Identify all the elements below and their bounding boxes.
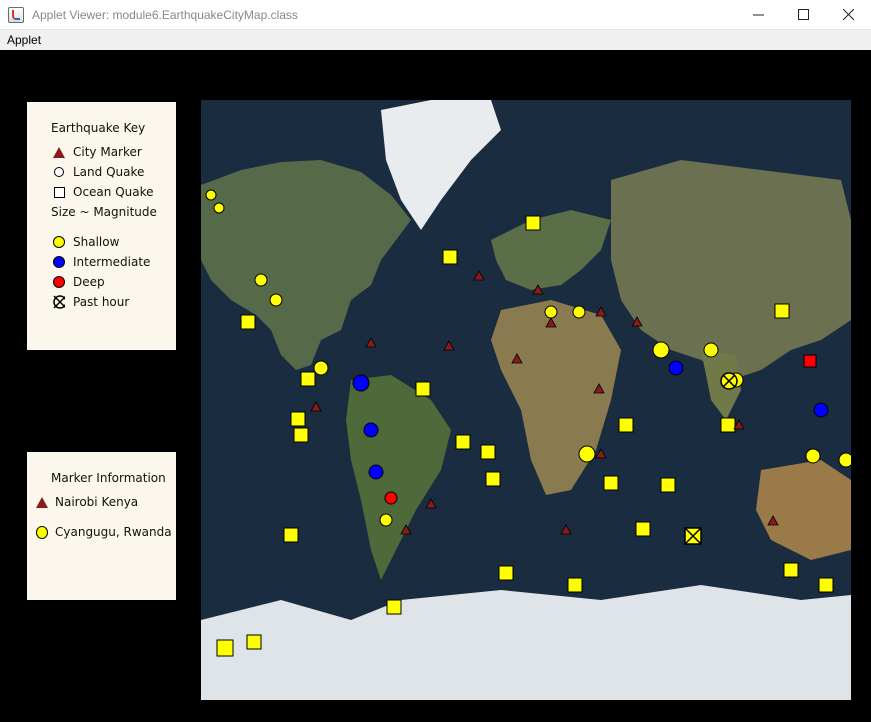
key-intermediate-label: Intermediate (73, 255, 151, 269)
title-bar: Applet Viewer: module6.EarthquakeCityMap… (0, 0, 871, 30)
menu-applet[interactable]: Applet (0, 33, 41, 47)
earthquake-key-panel: Earthquake Key City Marker Land Quake Oc… (27, 102, 176, 350)
key-land-label: Land Quake (73, 165, 145, 179)
past-hour-circle-marker (720, 372, 738, 390)
key-row-land: Land Quake (53, 164, 144, 180)
maximize-icon (798, 9, 809, 20)
key-row-past-hour: Past hour (53, 294, 129, 310)
key-row-intermediate: Intermediate (53, 254, 150, 270)
marker-information-panel: Marker Information Nairobi Kenya Cyangug… (27, 452, 176, 600)
close-button[interactable] (826, 0, 871, 30)
blue-circle-icon (53, 256, 65, 268)
info-title: Marker Information (51, 471, 166, 485)
key-row-ocean: Ocean Quake (53, 184, 154, 200)
key-city-label: City Marker (73, 145, 142, 159)
crossed-circle-icon (53, 295, 65, 309)
minimize-icon (753, 14, 764, 16)
square-outline-icon (53, 186, 65, 198)
close-icon (843, 9, 854, 20)
triangle-icon (53, 146, 65, 158)
info-city-label: Nairobi Kenya (55, 495, 139, 509)
key-row-city: City Marker (53, 144, 142, 160)
java-app-icon (8, 6, 24, 23)
key-row-deep: Deep (53, 274, 105, 290)
applet-canvas[interactable]: Earthquake Key City Marker Land Quake Oc… (1, 50, 870, 721)
key-deep-label: Deep (73, 275, 105, 289)
map-svg (201, 100, 851, 700)
world-map[interactable] (201, 100, 851, 700)
key-row-shallow: Shallow (53, 234, 119, 250)
red-circle-icon (53, 276, 65, 288)
key-size-label: Size ~ Magnitude (51, 205, 157, 219)
info-quake-label: Cyangugu, Rwanda (55, 525, 172, 539)
info-row-city: Nairobi Kenya (36, 494, 138, 510)
window-title: Applet Viewer: module6.EarthquakeCityMap… (32, 7, 298, 22)
maximize-button[interactable] (781, 0, 826, 30)
yellow-circle-icon (36, 525, 48, 539)
key-ocean-label: Ocean Quake (73, 185, 154, 199)
circle-outline-icon (53, 166, 65, 178)
info-row-quake: Cyangugu, Rwanda (36, 524, 172, 540)
past-hour-marker (684, 527, 702, 545)
menu-bar: Applet (0, 30, 871, 50)
key-title: Earthquake Key (51, 121, 146, 135)
minimize-button[interactable] (736, 0, 781, 30)
key-past-hour-label: Past hour (73, 295, 130, 309)
yellow-circle-icon (53, 236, 65, 248)
triangle-icon (36, 496, 48, 508)
key-shallow-label: Shallow (73, 235, 120, 249)
